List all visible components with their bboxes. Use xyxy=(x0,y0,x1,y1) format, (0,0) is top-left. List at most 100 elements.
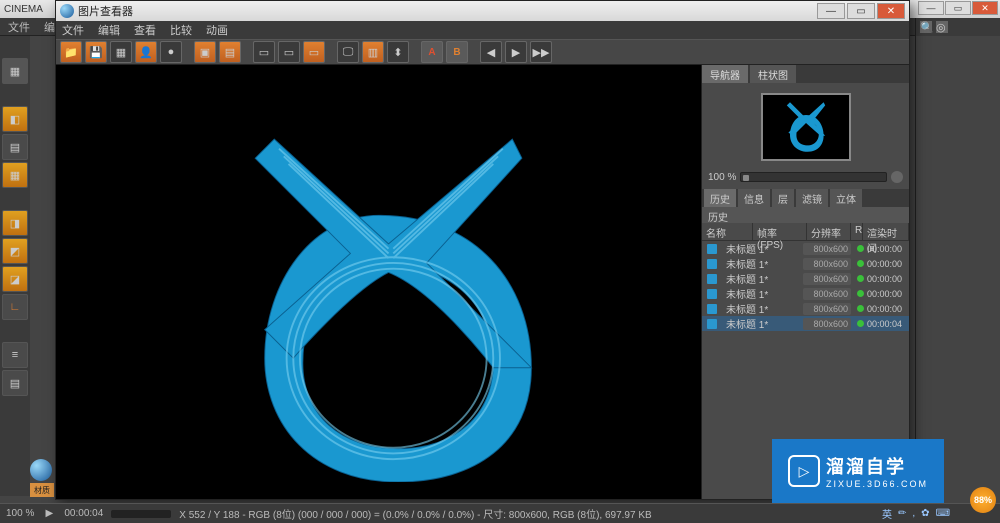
viewer-titlebar[interactable]: 图片查看器 — ▭ ✕ xyxy=(56,1,909,21)
col-r[interactable]: R xyxy=(851,223,863,240)
ime-punct-icon[interactable]: , xyxy=(912,508,915,519)
a-channel-icon[interactable]: A xyxy=(421,41,443,63)
prev-icon[interactable]: ◀ xyxy=(480,41,502,63)
save-icon[interactable]: 💾 xyxy=(85,41,107,63)
open-icon[interactable]: 📁 xyxy=(60,41,82,63)
row-time: 00:00:00 xyxy=(863,289,909,299)
col-res[interactable]: 分辨率 xyxy=(807,223,851,240)
viewer-menu-file[interactable]: 文件 xyxy=(62,22,84,38)
row-name: 未标题 1* xyxy=(722,286,803,301)
tab-histogram[interactable]: 柱状图 xyxy=(750,65,796,83)
row-time: 00:00:00 xyxy=(863,304,909,314)
play-icon[interactable]: ▶ xyxy=(505,41,527,63)
row-time: 00:00:00 xyxy=(863,274,909,284)
history-row[interactable]: 未标题 1*800x60000:00:00 xyxy=(702,286,909,301)
history-row[interactable]: 未标题 1*800x60000:00:00 xyxy=(702,301,909,316)
row-name: 未标题 1* xyxy=(722,301,803,316)
material-ball-icon[interactable] xyxy=(30,459,52,481)
viewer-max-button[interactable]: ▭ xyxy=(847,3,875,19)
zoom-value: 100 % xyxy=(708,172,736,183)
tool-layers-icon[interactable]: ≡ xyxy=(2,342,28,368)
dot-icon[interactable]: ● xyxy=(160,41,182,63)
main-max-button[interactable]: ▭ xyxy=(945,1,971,15)
tab-stereo[interactable]: 立体 xyxy=(830,189,862,207)
main-min-button[interactable]: — xyxy=(918,1,944,15)
history-row[interactable]: 未标题 1*800x60000:00:00 xyxy=(702,271,909,286)
tool-cube3-icon[interactable]: ◩ xyxy=(2,238,28,264)
viewer-min-button[interactable]: — xyxy=(817,3,845,19)
tab-info[interactable]: 信息 xyxy=(738,189,770,207)
coin-badge: 88% xyxy=(970,487,996,513)
tab-filter[interactable]: 滤镜 xyxy=(796,189,828,207)
status-slider[interactable] xyxy=(111,510,171,518)
viewer-menu-anim[interactable]: 动画 xyxy=(206,22,228,38)
col-fps[interactable]: 帧率(FPS) xyxy=(753,223,807,240)
tab-navigator[interactable]: 导航器 xyxy=(702,65,748,83)
b-channel-icon[interactable]: B xyxy=(446,41,468,63)
tool-select-icon[interactable]: ▦ xyxy=(2,58,28,84)
tab-history[interactable]: 历史 xyxy=(704,189,736,207)
history-row[interactable]: 未标题 1*800x60000:00:00 xyxy=(702,241,909,256)
tool-cube2-icon[interactable]: ◨ xyxy=(2,210,28,236)
tool-grid-icon[interactable]: ▦ xyxy=(2,162,28,188)
layer-icon[interactable]: ▣ xyxy=(194,41,216,63)
col-time[interactable]: 渲染时间 xyxy=(863,223,909,240)
material-label[interactable]: 材质 xyxy=(30,483,54,497)
zoom-slider[interactable] xyxy=(740,172,887,182)
ime-keyboard-icon[interactable]: ⌨ xyxy=(936,508,950,519)
row-time: 00:00:04 xyxy=(863,319,909,329)
viewer-window-buttons: — ▭ ✕ xyxy=(817,3,905,19)
history-row[interactable]: 未标题 1*800x60000:00:04 xyxy=(702,316,909,331)
box3-icon[interactable]: ▭ xyxy=(303,41,325,63)
zoom-fit-icon[interactable] xyxy=(891,171,903,183)
search-icon[interactable]: 🔍 xyxy=(920,21,932,33)
next-icon[interactable]: ▶▶ xyxy=(530,41,552,63)
ime-lang[interactable]: 英 xyxy=(882,506,892,521)
viewer-side-panel: 导航器 柱状图 100 % 历史 信息 层 滤镜 xyxy=(701,65,909,499)
history-row[interactable]: 未标题 1*800x60000:00:00 xyxy=(702,256,909,271)
watermark-url: ZIXUE.3D66.COM xyxy=(826,479,928,489)
status-info: X 552 / Y 188 - RGB (8位) (000 / 000 / 00… xyxy=(179,506,651,521)
viewer-menu-edit[interactable]: 编辑 xyxy=(98,22,120,38)
history-columns: 名称 帧率(FPS) 分辨率 R 渲染时间 xyxy=(702,223,909,241)
viewer-menu-compare[interactable]: 比较 xyxy=(170,22,192,38)
app-title: CINEMA xyxy=(4,4,43,15)
row-type-icon xyxy=(702,304,722,314)
tab-layer[interactable]: 层 xyxy=(772,189,794,207)
watermark: ▷ 溜溜自学 ZIXUE.3D66.COM xyxy=(772,439,944,503)
grid-icon[interactable]: ▦ xyxy=(110,41,132,63)
viewer-menu-view[interactable]: 查看 xyxy=(134,22,156,38)
ime-pen-icon[interactable]: ✏ xyxy=(898,508,906,519)
row-type-icon xyxy=(702,274,722,284)
target-icon[interactable]: ◎ xyxy=(936,21,948,33)
col-name[interactable]: 名称 xyxy=(702,223,753,240)
tool-cube-icon[interactable]: ◧ xyxy=(2,106,28,132)
navigator-thumbnail[interactable] xyxy=(761,93,851,161)
person-icon[interactable]: 👤 xyxy=(135,41,157,63)
box2-icon[interactable]: ▭ xyxy=(278,41,300,63)
zoom-row: 100 % xyxy=(702,171,909,189)
viewer-body: 导航器 柱状图 100 % 历史 信息 层 滤镜 xyxy=(56,65,909,499)
row-status-icon xyxy=(853,320,863,327)
row-status-icon xyxy=(853,305,863,312)
main-menu-file[interactable]: 文件 xyxy=(8,19,30,35)
viewer-close-button[interactable]: ✕ xyxy=(877,3,905,19)
box1-icon[interactable]: ▭ xyxy=(253,41,275,63)
status-play-icon[interactable]: ▶ xyxy=(42,507,56,521)
monitor-icon[interactable]: 🖵 xyxy=(337,41,359,63)
main-close-button[interactable]: ✕ xyxy=(972,1,998,15)
tool-cube4-icon[interactable]: ◪ xyxy=(2,266,28,292)
row-status-icon xyxy=(853,245,863,252)
right-toolbar: 🔍 ◎ xyxy=(916,18,1000,36)
row-time: 00:00:00 xyxy=(863,259,909,269)
tool-checker-icon[interactable]: ▤ xyxy=(2,134,28,160)
tool-mesh-icon[interactable]: ▤ xyxy=(2,370,28,396)
row-name: 未标题 1* xyxy=(722,256,803,271)
layer2-icon[interactable]: ▤ xyxy=(219,41,241,63)
slider-icon[interactable]: ⬍ xyxy=(387,41,409,63)
ime-flower-icon[interactable]: ✿ xyxy=(921,508,929,519)
render-view[interactable] xyxy=(56,65,701,499)
tool-angle-icon[interactable]: ∟ xyxy=(2,294,28,320)
displays-icon[interactable]: ▥ xyxy=(362,41,384,63)
status-zoom: 100 % xyxy=(6,508,34,519)
